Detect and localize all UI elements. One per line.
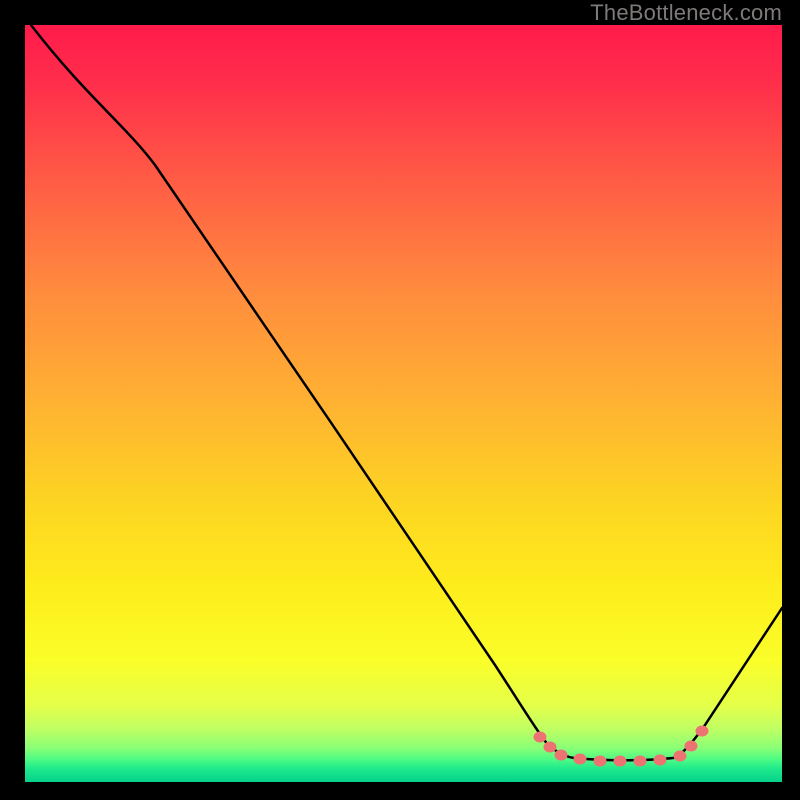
curve-marker bbox=[654, 755, 667, 766]
gradient-background bbox=[25, 25, 782, 782]
curve-marker bbox=[634, 756, 647, 767]
curve-marker bbox=[674, 751, 687, 762]
curve-marker bbox=[614, 756, 627, 767]
chart-plot bbox=[25, 25, 782, 782]
curve-marker bbox=[534, 732, 547, 743]
curve-marker bbox=[574, 754, 587, 765]
curve-marker bbox=[594, 756, 607, 767]
curve-marker bbox=[696, 726, 709, 737]
curve-marker bbox=[555, 750, 568, 761]
chart-frame: TheBottleneck.com bbox=[0, 0, 800, 800]
watermark-text: TheBottleneck.com bbox=[590, 0, 782, 26]
curve-marker bbox=[685, 741, 698, 752]
curve-marker bbox=[544, 742, 557, 753]
